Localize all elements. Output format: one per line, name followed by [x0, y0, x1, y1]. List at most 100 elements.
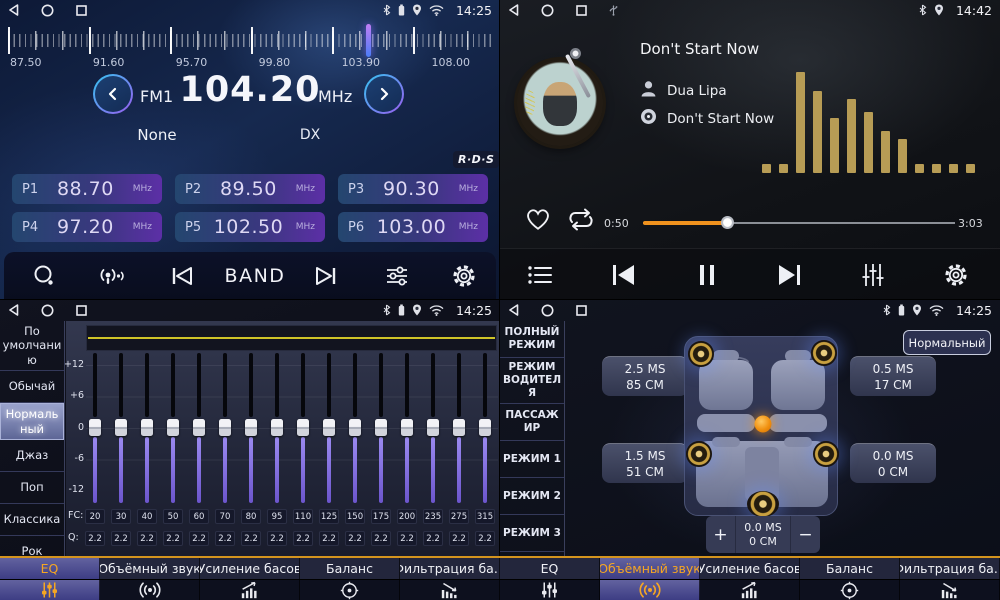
eq-fader-knob[interactable] — [323, 419, 335, 436]
decrease-delay-button[interactable]: − — [791, 516, 820, 553]
surround-icon[interactable] — [100, 580, 200, 600]
eq-fader[interactable] — [420, 347, 446, 507]
repeat-icon[interactable] — [566, 207, 596, 236]
seek-bar[interactable] — [643, 221, 955, 225]
speaker-front-left-icon[interactable] — [688, 341, 714, 367]
eq-fader-knob[interactable] — [219, 419, 231, 436]
eq-preset-item[interactable]: Нормальный — [0, 403, 64, 440]
filter-icon[interactable] — [900, 580, 1000, 600]
preset-button-P4[interactable]: P497.20MHz — [12, 212, 162, 242]
eq-settings-icon[interactable] — [377, 256, 417, 296]
eq-fader[interactable] — [134, 347, 160, 507]
tab-balance[interactable]: Баланс — [800, 558, 900, 579]
mode-item[interactable]: РЕЖИМ 3 — [500, 515, 564, 552]
eq-fader-knob[interactable] — [375, 419, 387, 436]
tab-balance[interactable]: Баланс — [300, 558, 400, 579]
eq-fader-knob[interactable] — [141, 419, 153, 436]
tuner-scale[interactable] — [8, 26, 492, 56]
eq-fader-knob[interactable] — [349, 419, 361, 436]
eq-fader-knob[interactable] — [453, 419, 465, 436]
eq-fader-knob[interactable] — [89, 419, 101, 436]
next-track-icon[interactable] — [768, 255, 812, 295]
eq-fader-knob[interactable] — [245, 419, 257, 436]
eq-fader[interactable] — [160, 347, 186, 507]
tab-surround[interactable]: Объёмный звук — [600, 558, 700, 579]
eq-fader[interactable] — [446, 347, 472, 507]
tab-filter[interactable]: Фильтрация ба... — [900, 558, 1000, 579]
bass-boost-icon[interactable] — [200, 580, 300, 600]
filter-icon[interactable] — [400, 580, 500, 600]
speaker-rear-left-icon[interactable] — [686, 441, 712, 467]
eq-fader-knob[interactable] — [167, 419, 179, 436]
delay-front-left-button[interactable]: 2.5 MS 85 CM — [602, 356, 688, 396]
recents-icon[interactable] — [576, 305, 587, 316]
eq-fader[interactable] — [472, 347, 498, 507]
search-icon[interactable] — [24, 256, 64, 296]
tune-down-button[interactable] — [93, 74, 133, 114]
preset-button-P5[interactable]: P5102.50MHz — [175, 212, 325, 242]
increase-delay-button[interactable]: + — [706, 516, 735, 553]
preset-button-P2[interactable]: P289.50MHz — [175, 174, 325, 204]
eq-fader[interactable] — [82, 347, 108, 507]
eq-fader[interactable] — [368, 347, 394, 507]
delay-rear-left-button[interactable]: 1.5 MS 51 CM — [602, 443, 688, 483]
favorite-heart-icon[interactable] — [524, 206, 552, 236]
home-icon[interactable] — [541, 4, 554, 17]
delay-front-right-button[interactable]: 0.5 MS 17 CM — [850, 356, 936, 396]
tab-bass-boost[interactable]: Усиление басов — [700, 558, 800, 579]
back-icon[interactable] — [508, 4, 519, 16]
eq-fader[interactable] — [316, 347, 342, 507]
seek-knob[interactable] — [721, 216, 734, 229]
delay-rear-right-button[interactable]: 0.0 MS 0 CM — [850, 443, 936, 483]
broadcast-scan-icon[interactable] — [91, 256, 131, 296]
tune-up-button[interactable] — [364, 74, 404, 114]
eq-preset-item[interactable]: Джаз — [0, 440, 64, 472]
bass-boost-icon[interactable] — [700, 580, 800, 600]
preset-button-P1[interactable]: P188.70MHz — [12, 174, 162, 204]
eq-fader[interactable] — [212, 347, 238, 507]
eq-fader[interactable] — [342, 347, 368, 507]
speaker-rear-right-icon[interactable] — [813, 441, 839, 467]
listening-position-dot[interactable] — [755, 416, 772, 433]
eq-fader-knob[interactable] — [427, 419, 439, 436]
tab-eq-sliders[interactable]: EQ — [0, 558, 100, 579]
eq-fader[interactable] — [264, 347, 290, 507]
surround-icon[interactable] — [600, 580, 700, 600]
back-icon[interactable] — [508, 304, 519, 316]
balance-icon[interactable] — [300, 580, 400, 600]
pause-icon[interactable] — [685, 255, 729, 295]
next-station-icon[interactable] — [306, 256, 346, 296]
tab-filter[interactable]: Фильтрация ба... — [400, 558, 500, 579]
eq-fader-knob[interactable] — [271, 419, 283, 436]
mode-item[interactable]: РЕЖИМ 2 — [500, 478, 564, 515]
eq-fader[interactable] — [238, 347, 264, 507]
recents-icon[interactable] — [76, 5, 87, 16]
settings-gear-icon[interactable] — [444, 256, 484, 296]
home-icon[interactable] — [541, 304, 554, 317]
eq-settings-icon[interactable] — [851, 255, 895, 295]
eq-preset-item[interactable]: По умолчанию — [0, 321, 64, 371]
band-button[interactable]: BAND — [220, 256, 290, 296]
eq-preset-item[interactable]: Поп — [0, 472, 64, 504]
tuner-needle[interactable] — [366, 24, 371, 57]
previous-station-icon[interactable] — [162, 256, 202, 296]
home-icon[interactable] — [41, 4, 54, 17]
balance-icon[interactable] — [800, 580, 900, 600]
subwoofer-icon[interactable] — [747, 491, 779, 517]
eq-fader-knob[interactable] — [115, 419, 127, 436]
playlist-icon[interactable] — [518, 255, 562, 295]
eq-fader[interactable] — [108, 347, 134, 507]
eq-fader[interactable] — [186, 347, 212, 507]
eq-fader-knob[interactable] — [193, 419, 205, 436]
eq-fader-knob[interactable] — [401, 419, 413, 436]
speaker-front-right-icon[interactable] — [811, 340, 837, 366]
tab-surround[interactable]: Объёмный звук — [100, 558, 200, 579]
recents-icon[interactable] — [76, 305, 87, 316]
eq-fader[interactable] — [394, 347, 420, 507]
eq-fader-knob[interactable] — [479, 419, 491, 436]
eq-preset-item[interactable]: Обычай — [0, 371, 64, 403]
eq-fader-knob[interactable] — [297, 419, 309, 436]
preset-button-P6[interactable]: P6103.00MHz — [338, 212, 488, 242]
home-icon[interactable] — [41, 304, 54, 317]
settings-gear-icon[interactable] — [934, 255, 978, 295]
